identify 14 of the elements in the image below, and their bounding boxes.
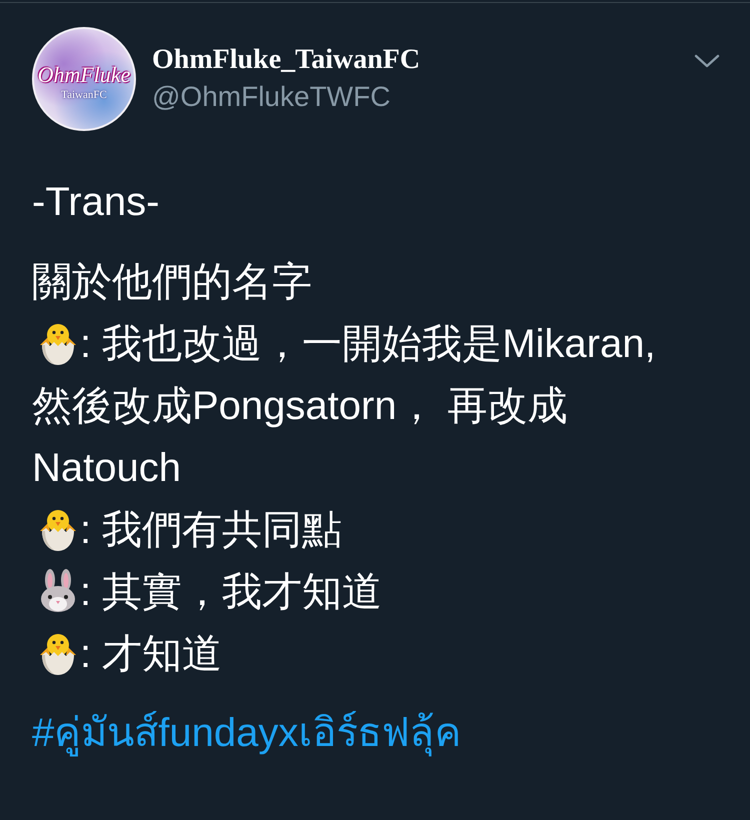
chevron-down-icon[interactable] (694, 54, 720, 69)
tweet-text: : 才知道 (80, 631, 222, 678)
user-handle: @OhmFlukeTWFC (152, 80, 392, 114)
tweet-text: 關於他們的名字 (32, 259, 312, 306)
display-name: OhmFluke_TaiwanFC (152, 43, 420, 77)
avatar-logo-subtitle: TaiwanFC (61, 88, 107, 102)
hashtag-link[interactable]: #คู่มันส์fundayxเอิร์ธฟลุ้ค (32, 702, 462, 764)
tweet-text: Natouch (32, 445, 181, 492)
tweet-text: : 我也改過，一開始我是Mikaran, (80, 321, 656, 368)
tweet-text: 然後改成Pongsatorn， 再改成 (32, 383, 568, 430)
tweet-title: -Trans- (32, 179, 160, 226)
tweet-text: : 我們有共同點 (80, 507, 342, 554)
tweet-text: : 其實，我才知道 (80, 569, 382, 616)
avatar-logo-title: OhmFluke (38, 62, 130, 88)
